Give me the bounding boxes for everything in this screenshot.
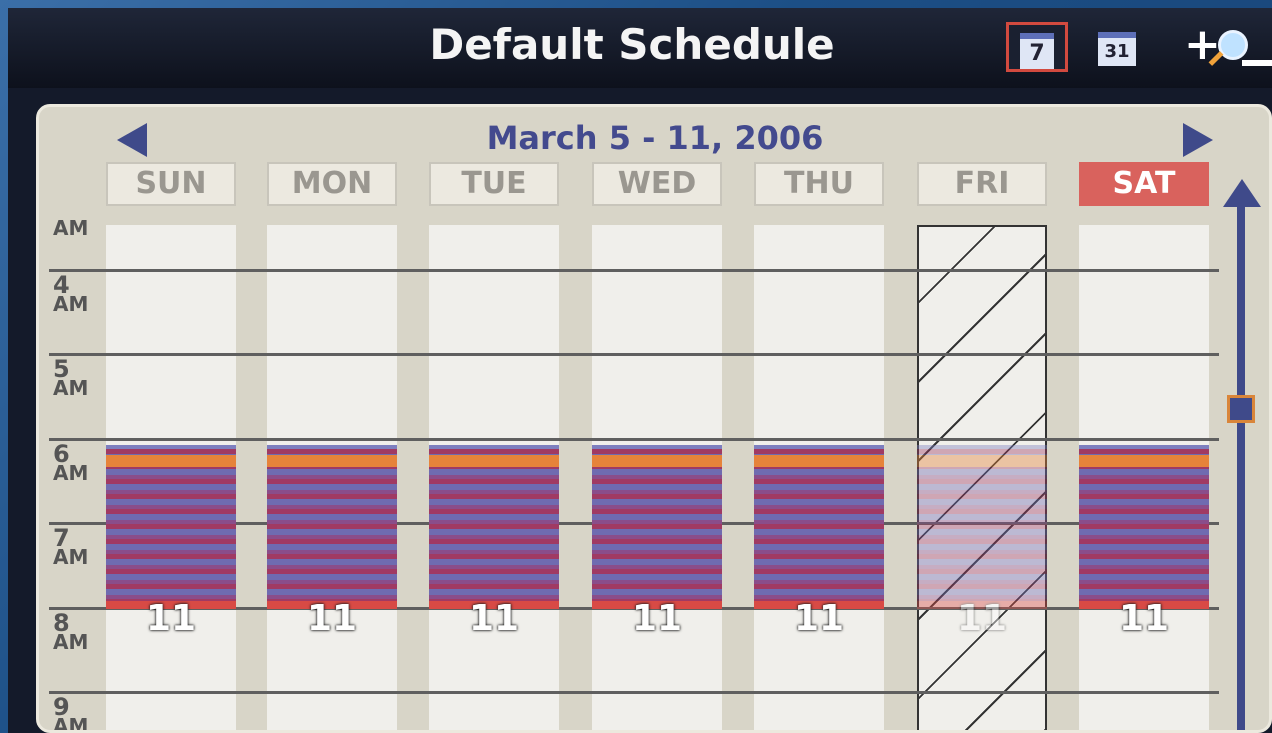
day-header-sat[interactable]: SAT — [1079, 162, 1209, 206]
block-count-label: 11 — [306, 598, 358, 639]
schedule-panel: March 5 - 11, 2006 SUN MON TUE WED THU F… — [36, 104, 1272, 733]
day-header-mon[interactable]: MON — [267, 162, 397, 206]
block-count-label: 11 — [1118, 598, 1170, 639]
day-header-thu[interactable]: THU — [754, 162, 884, 206]
block-count-label: 11 — [793, 598, 845, 639]
schedule-window: Default Schedule 7 31 + March 5 - 11, 20… — [8, 8, 1272, 733]
week-calendar-icon: 7 — [1020, 33, 1054, 69]
block-count-label: 11 — [145, 598, 197, 639]
date-range-title: March 5 - 11, 2006 — [486, 119, 824, 157]
hour-divider — [49, 438, 1219, 441]
schedule-block-fri[interactable]: 11 — [917, 445, 1047, 639]
schedule-block-tue[interactable]: 11 — [429, 445, 559, 639]
hour-label: 8 AM — [53, 609, 89, 654]
window-title: Default Schedule — [429, 20, 835, 69]
hour-label: 4 AM — [53, 271, 89, 316]
hour-divider — [49, 353, 1219, 356]
schedule-grid: AM 4 AM 5 AM 6 AM 7 AM 8 AM 9 AM 11 11 1… — [39, 218, 1269, 733]
day-header-tue[interactable]: TUE — [429, 162, 559, 206]
day-header-fri[interactable]: FRI — [917, 162, 1047, 206]
week-view-label: 7 — [1029, 41, 1045, 66]
day-header-wed[interactable]: WED — [592, 162, 722, 206]
schedule-block-wed[interactable]: 11 — [592, 445, 722, 639]
schedule-block-sun[interactable]: 11 — [106, 445, 236, 639]
hour-label: 9 AM — [53, 693, 89, 733]
next-week-arrow-icon[interactable] — [1183, 123, 1213, 157]
block-count-label: 11 — [631, 598, 683, 639]
hour-label: 7 AM — [53, 524, 89, 569]
hour-label: AM — [53, 216, 89, 240]
schedule-block-mon[interactable]: 11 — [267, 445, 397, 639]
month-calendar-icon: 31 — [1098, 32, 1136, 66]
title-bar: Default Schedule 7 31 + — [8, 8, 1272, 88]
hour-label: 6 AM — [53, 440, 89, 485]
day-header-sun[interactable]: SUN — [106, 162, 236, 206]
hour-label: 5 AM — [53, 355, 89, 400]
schedule-block-thu[interactable]: 11 — [754, 445, 884, 639]
hour-divider — [49, 269, 1219, 272]
schedule-block-sat[interactable]: 11 — [1079, 445, 1209, 639]
month-view-button[interactable]: 31 — [1094, 22, 1144, 72]
vertical-scrollbar[interactable] — [1237, 202, 1245, 730]
hour-divider — [49, 691, 1219, 694]
week-view-button[interactable]: 7 — [1006, 22, 1068, 72]
block-count-label: 11 — [468, 598, 520, 639]
zoom-out-icon — [1242, 60, 1272, 66]
scroll-thumb[interactable] — [1227, 395, 1255, 423]
block-count-label: 11 — [956, 598, 1008, 639]
zoom-button[interactable]: + — [1184, 20, 1272, 72]
month-view-label: 31 — [1104, 41, 1130, 62]
